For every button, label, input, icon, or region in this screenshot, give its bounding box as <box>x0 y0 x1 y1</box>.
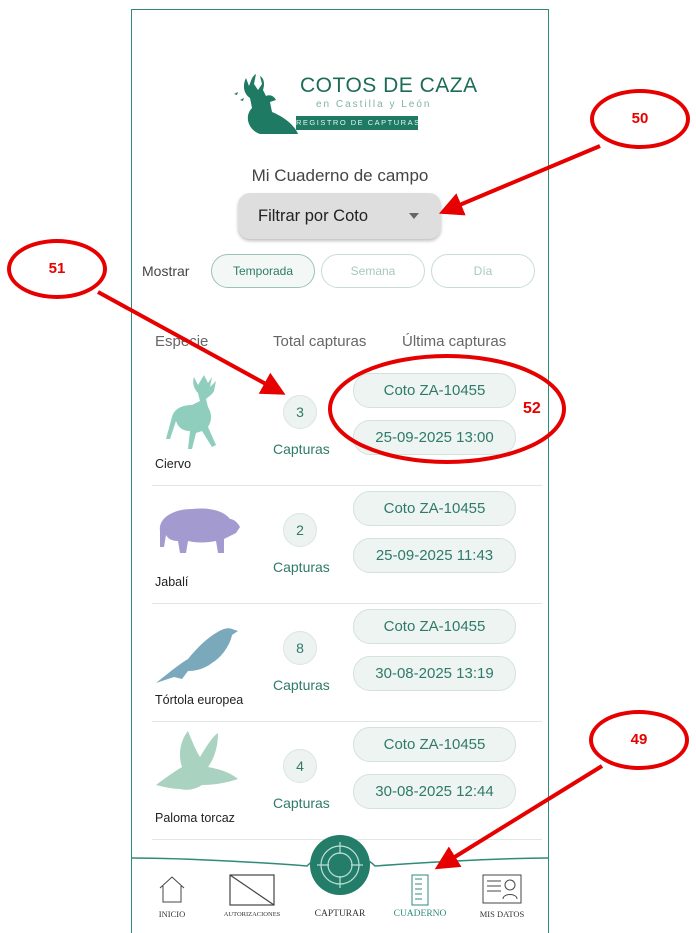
last-capture-coto[interactable]: Coto ZA-10455 <box>353 373 516 408</box>
filter-label: Filtrar por Coto <box>258 206 369 225</box>
app-screen: COTOS DE CAZA en Castilla y León REGISTR… <box>131 9 549 933</box>
bottom-navigation: INICIO AUTORIZACIONES CAPTURAR CUADERNO … <box>132 835 548 933</box>
target-icon <box>310 835 370 895</box>
species-name: Tórtola europea <box>155 693 244 707</box>
wood-pigeon-icon <box>156 731 238 790</box>
page-title: Mi Cuaderno de campo <box>251 166 429 185</box>
nav-capturar[interactable]: CAPTURAR <box>302 835 378 933</box>
species-name: Ciervo <box>155 457 192 471</box>
logo-title: COTOS DE CAZA <box>300 74 478 97</box>
profile-card-icon <box>482 874 522 904</box>
deer-logo-icon <box>234 74 298 134</box>
caret-down-icon <box>409 213 419 219</box>
authorizations-icon <box>229 874 275 906</box>
notebook-icon <box>411 874 429 906</box>
nav-label-cuaderno: CUADERNO <box>393 909 447 919</box>
table-row: Tórtola europea 8 Capturas Coto ZA-10455… <box>152 603 542 722</box>
species-name: Paloma torcaz <box>155 811 235 825</box>
annotation-badge-50: 50 <box>590 89 690 149</box>
capture-count: 3 <box>283 395 317 429</box>
capture-count: 2 <box>283 513 317 547</box>
nav-label-capturar: CAPTURAR <box>314 909 366 919</box>
capture-count-label: Capturas <box>273 677 330 693</box>
chip-temporada[interactable]: Temporada <box>211 254 315 288</box>
annotation-badge-51: 51 <box>7 239 107 299</box>
species-name: Jabalí <box>155 575 189 589</box>
annotation-badge-49: 49 <box>589 710 689 770</box>
chip-dia[interactable]: Día <box>431 254 535 288</box>
last-capture-coto[interactable]: Coto ZA-10455 <box>353 609 516 644</box>
app-logo: COTOS DE CAZA en Castilla y León REGISTR… <box>230 72 477 142</box>
logo-band: REGISTRO DE CAPTURAS <box>296 116 419 130</box>
nav-inicio[interactable]: INICIO <box>142 848 202 933</box>
show-label: Mostrar <box>142 263 190 279</box>
last-capture-coto[interactable]: Coto ZA-10455 <box>353 491 516 526</box>
annotation-label-52: 52 <box>523 400 541 417</box>
capture-count-label: Capturas <box>273 795 330 811</box>
nav-cuaderno[interactable]: CUADERNO <box>382 848 458 933</box>
capture-count: 4 <box>283 749 317 783</box>
column-header-last: Última capturas <box>402 333 507 350</box>
chip-semana[interactable]: Semana <box>321 254 425 288</box>
table-row: Jabalí 2 Capturas Coto ZA-10455 25-09-20… <box>152 485 542 604</box>
turtle-dove-icon <box>156 628 238 683</box>
last-capture-date[interactable]: 30-08-2025 13:19 <box>353 656 516 691</box>
boar-icon <box>159 508 240 553</box>
last-capture-coto[interactable]: Coto ZA-10455 <box>353 727 516 762</box>
capture-count: 8 <box>283 631 317 665</box>
table-row: Ciervo 3 Capturas Coto ZA-10455 25-09-20… <box>152 367 542 486</box>
table-row: Paloma torcaz 4 Capturas Coto ZA-10455 3… <box>152 721 542 840</box>
nav-autorizaciones[interactable]: AUTORIZACIONES <box>207 848 297 933</box>
nav-mis-datos[interactable]: MIS DATOS <box>462 848 542 933</box>
filter-by-coto-dropdown[interactable]: Filtrar por Coto <box>238 193 441 239</box>
column-header-species: Especie <box>155 333 209 350</box>
logo-subtitle: en Castilla y León <box>316 99 432 110</box>
nav-label-mis-datos: MIS DATOS <box>479 909 525 919</box>
last-capture-date[interactable]: 30-08-2025 12:44 <box>353 774 516 809</box>
nav-label-inicio: INICIO <box>158 909 186 919</box>
nav-label-autorizaciones: AUTORIZACIONES <box>223 911 281 918</box>
capture-count-label: Capturas <box>273 559 330 575</box>
last-capture-date[interactable]: 25-09-2025 11:43 <box>353 538 516 573</box>
column-header-total: Total capturas <box>273 333 367 350</box>
deer-icon <box>166 375 216 449</box>
home-icon <box>159 876 185 903</box>
capture-count-label: Capturas <box>273 441 330 457</box>
last-capture-date[interactable]: 25-09-2025 13:00 <box>353 420 516 455</box>
